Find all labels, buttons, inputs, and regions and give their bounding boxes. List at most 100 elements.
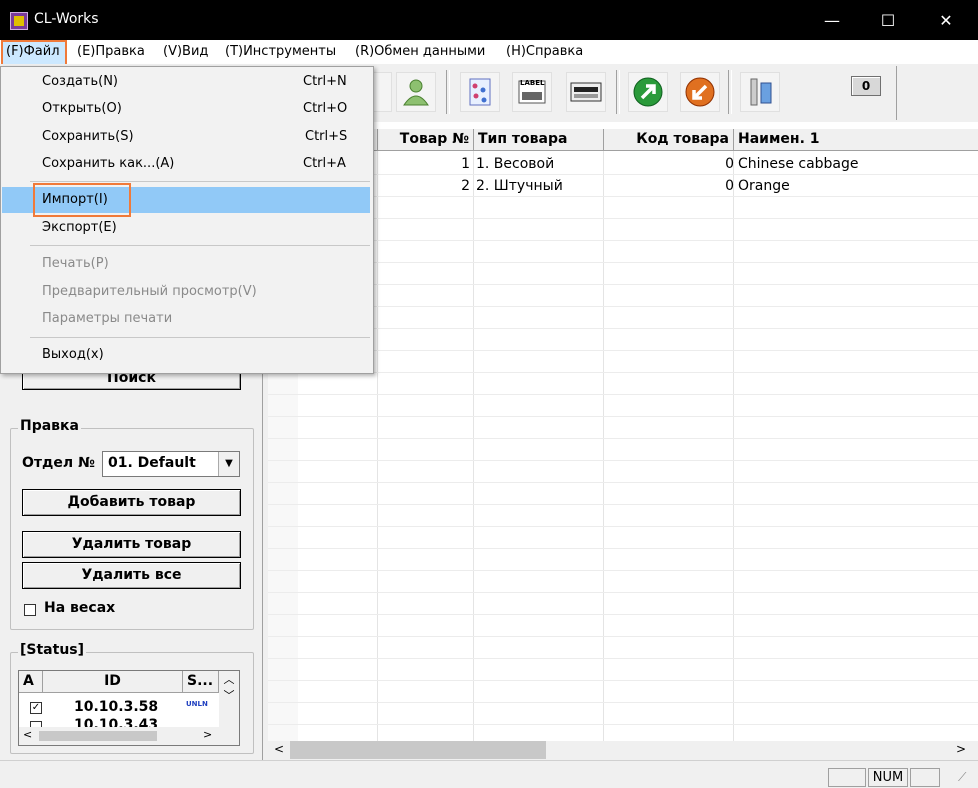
grid-hline [268, 350, 978, 351]
grid-hline [268, 570, 978, 571]
download-icon[interactable] [680, 72, 720, 112]
label-icon-text: LABEL [520, 79, 545, 87]
grid-cell-name1[interactable]: Chinese cabbage [738, 153, 859, 175]
menu-shortcut-open: Ctrl+O [303, 101, 348, 116]
plu-list-icon[interactable] [460, 72, 500, 112]
menu-shortcut-save-as: Ctrl+A [303, 156, 346, 171]
grid-cell-product-type[interactable]: 1. Весовой [476, 153, 554, 175]
chevron-down-icon[interactable]: ▼ [218, 452, 239, 476]
grid-hline [268, 416, 978, 417]
label-icon[interactable] [512, 72, 552, 112]
statusbar-pane [910, 768, 940, 787]
menu-item-save-as[interactable]: Сохранить как...(A) [42, 156, 174, 171]
grid-hline [268, 592, 978, 593]
grid-hline [268, 240, 978, 241]
status-row-id: 10.10.3.58 [74, 699, 159, 715]
grid-cell-product-code[interactable]: 0 [604, 153, 734, 175]
grid-hline [268, 636, 978, 637]
on-scale-label: На весах [44, 600, 116, 616]
chevron-up-icon[interactable]: ︿ [219, 671, 239, 687]
grid-hscroll-thumb[interactable] [290, 741, 546, 759]
menu-item-open[interactable]: Открыть(O) [42, 101, 122, 116]
menu-view[interactable]: (V)Вид [163, 44, 208, 59]
menu-tools[interactable]: (T)Инструменты [225, 44, 336, 59]
status-hscroll-thumb[interactable] [39, 731, 157, 741]
menu-edit[interactable]: (E)Правка [77, 44, 145, 59]
status-row-badge: UNLN [186, 700, 208, 708]
close-button[interactable]: ✕ [922, 0, 970, 40]
status-group-title: [Status] [18, 642, 87, 658]
delete-product-button[interactable]: Удалить товар [22, 531, 241, 558]
grid-hline [268, 262, 978, 263]
menu-separator [30, 245, 370, 246]
edit-group-title: Правка [18, 418, 81, 434]
grid-cell-product-no[interactable]: 1 [378, 153, 470, 175]
on-scale-checkbox[interactable] [24, 604, 36, 616]
resize-grip-icon[interactable]: ⟋ [958, 770, 966, 785]
grid-hline [268, 526, 978, 527]
statusbar-num: NUM [868, 768, 908, 787]
import-annotation-box [33, 183, 131, 217]
menu-item-save[interactable]: Сохранить(S) [42, 129, 134, 144]
grid-cell-name1[interactable]: Orange [738, 175, 790, 197]
menu-item-export[interactable]: Экспорт(E) [42, 220, 117, 235]
grid-cell-product-no[interactable]: 2 [378, 175, 470, 197]
dept-select-value: 01. Default [108, 455, 196, 471]
menu-help[interactable]: (H)Справка [506, 44, 583, 59]
menu-item-exit[interactable]: Выход(x) [42, 347, 104, 362]
maximize-button[interactable]: ☐ [864, 0, 912, 40]
grid-hline [268, 482, 978, 483]
grid-hline [268, 724, 978, 725]
grid-hline [268, 372, 978, 373]
menu-shortcut-save: Ctrl+S [305, 129, 348, 144]
dept-label: Отдел № [22, 455, 95, 471]
status-vscroll[interactable]: ︿ ﹀ [219, 671, 239, 727]
statusbar-pane [828, 768, 866, 787]
grid-hline [268, 548, 978, 549]
chevron-left-icon[interactable]: < [274, 742, 284, 756]
grid-cell-product-type[interactable]: 2. Штучный [476, 175, 563, 197]
upload-icon[interactable] [628, 72, 668, 112]
menu-separator [30, 337, 370, 338]
menu-shortcut-new: Ctrl+N [303, 74, 347, 89]
delete-all-button[interactable]: Удалить все [22, 562, 241, 589]
status-row-checkbox[interactable]: ✓ [30, 702, 42, 714]
status-hscroll[interactable]: < > [19, 727, 239, 745]
grid-hline [268, 658, 978, 659]
menu-data-exchange[interactable]: (R)Обмен данными [355, 44, 485, 59]
minimize-button[interactable]: — [808, 0, 856, 40]
chevron-down-icon[interactable]: ﹀ [219, 687, 239, 703]
menu-separator [30, 181, 370, 182]
menu-item-print-settings: Параметры печати [42, 311, 173, 326]
user-icon[interactable] [396, 72, 436, 112]
add-product-button[interactable]: Добавить товар [22, 489, 241, 516]
grid-hline [268, 394, 978, 395]
toolbar-separator [446, 70, 450, 114]
toolbar-separator [616, 70, 620, 114]
chevron-right-icon[interactable]: > [203, 728, 212, 741]
grid-hline [268, 614, 978, 615]
settings-tools-icon[interactable] [740, 72, 780, 112]
status-col-a[interactable]: A [19, 671, 43, 693]
chevron-right-icon[interactable]: > [956, 742, 966, 756]
menu-item-new[interactable]: Создать(N) [42, 74, 118, 89]
status-col-id[interactable]: ID [43, 671, 183, 693]
grid-hline [268, 306, 978, 307]
toolbar-end-separator [896, 66, 899, 120]
product-grid[interactable] [268, 122, 978, 742]
grid-hline [268, 328, 978, 329]
counter-display: 0 [851, 76, 881, 96]
grid-hline [268, 504, 978, 505]
grid-col-product-type[interactable]: Тип товара [474, 129, 604, 151]
scale-display-icon[interactable] [566, 72, 606, 112]
status-col-s[interactable]: S... [183, 671, 219, 693]
grid-cell-product-code[interactable]: 0 [604, 175, 734, 197]
dept-select[interactable]: 01. Default ▼ [102, 451, 240, 477]
grid-col-name1[interactable]: Наимен. 1 [734, 129, 978, 151]
chevron-left-icon[interactable]: < [23, 728, 32, 741]
menu-item-print: Печать(P) [42, 256, 109, 271]
grid-col-product-no[interactable]: Товар № [378, 129, 474, 151]
menu-bar [0, 40, 978, 64]
menu-file[interactable]: (F)Файл [6, 44, 60, 59]
grid-col-product-code[interactable]: Код товара [604, 129, 734, 151]
